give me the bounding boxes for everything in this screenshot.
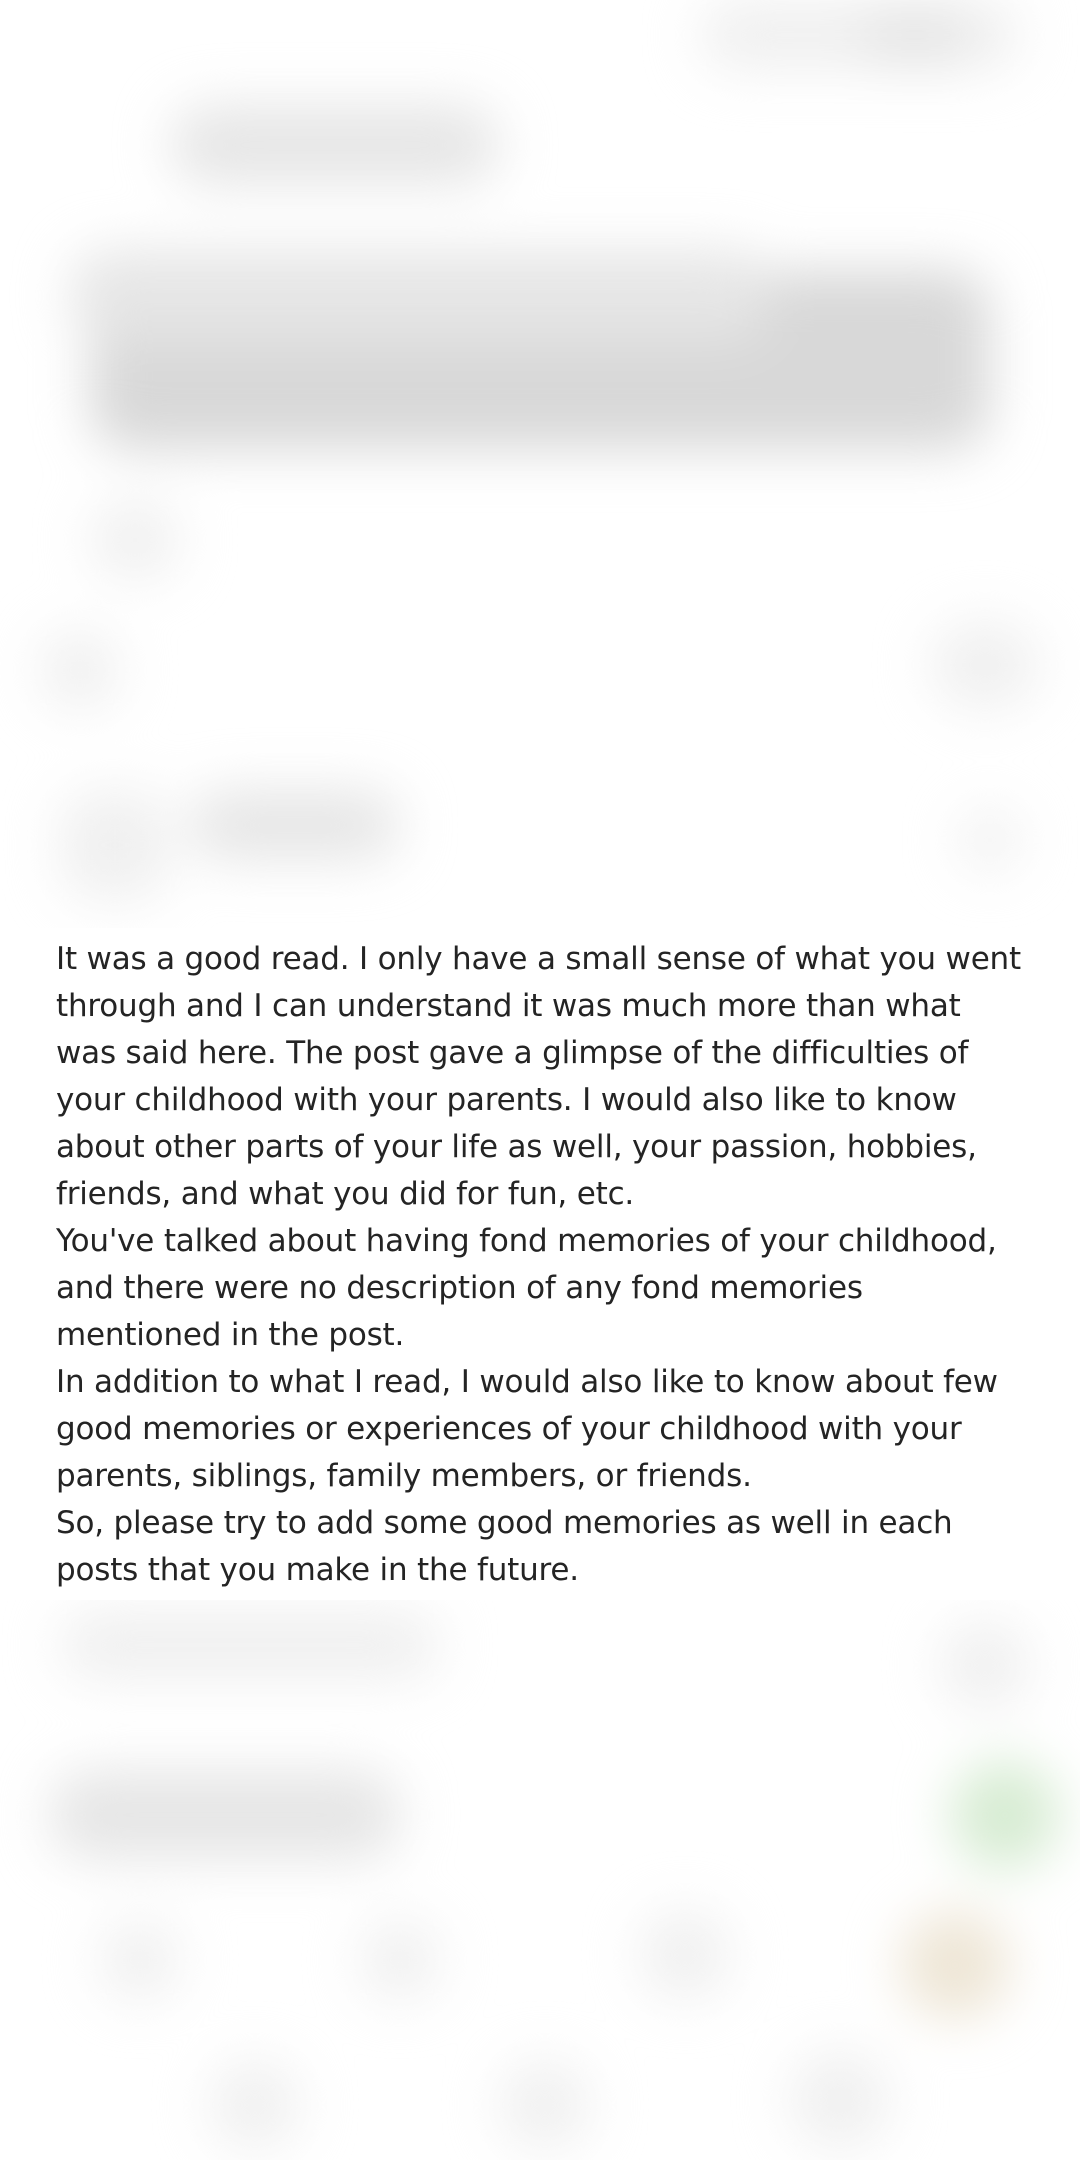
blurred-top-right-element xyxy=(700,0,1020,70)
blurred-avatar-top xyxy=(860,0,970,70)
comment-paragraph-4: So, please try to add some good memories… xyxy=(56,1505,953,1588)
comment-body: It was a good read. I only have a small … xyxy=(0,928,1080,1600)
blurred-commenter-name xyxy=(190,790,400,860)
blurred-nav-icon-3 xyxy=(790,2050,890,2150)
blurred-send-button xyxy=(950,1760,1060,1870)
comment-paragraph-2: You've talked about having fond memories… xyxy=(56,1223,997,1353)
comment-paragraph-1: It was a good read. I only have a small … xyxy=(56,941,1021,1212)
blurred-toolbar-icon-2 xyxy=(360,1920,440,2000)
blurred-response-input xyxy=(50,1770,400,1860)
blurred-nav-icon-1 xyxy=(210,2060,300,2150)
blurred-comment-menu xyxy=(960,810,1020,870)
blurred-toolbar-icon-1 xyxy=(100,1920,180,2000)
blurred-icon-right xyxy=(930,620,1040,710)
blurred-icon-left xyxy=(90,500,180,580)
blurred-icon-left-2 xyxy=(40,630,120,710)
blurred-nav-icon-2 xyxy=(500,2060,590,2150)
blurred-toolbar-icon-3 xyxy=(640,1910,730,2000)
blurred-toolbar-icon-4 xyxy=(900,1910,1010,2020)
blurred-heading xyxy=(90,270,990,450)
blurred-commenter-avatar xyxy=(60,790,170,900)
blurred-reaction-row xyxy=(60,1610,440,1680)
blurred-reply-icon xyxy=(940,1620,1030,1710)
comment-paragraph-3: In addition to what I read, I would also… xyxy=(56,1364,998,1494)
blurred-heading-tail xyxy=(70,250,770,340)
blurred-author-name xyxy=(170,105,500,185)
